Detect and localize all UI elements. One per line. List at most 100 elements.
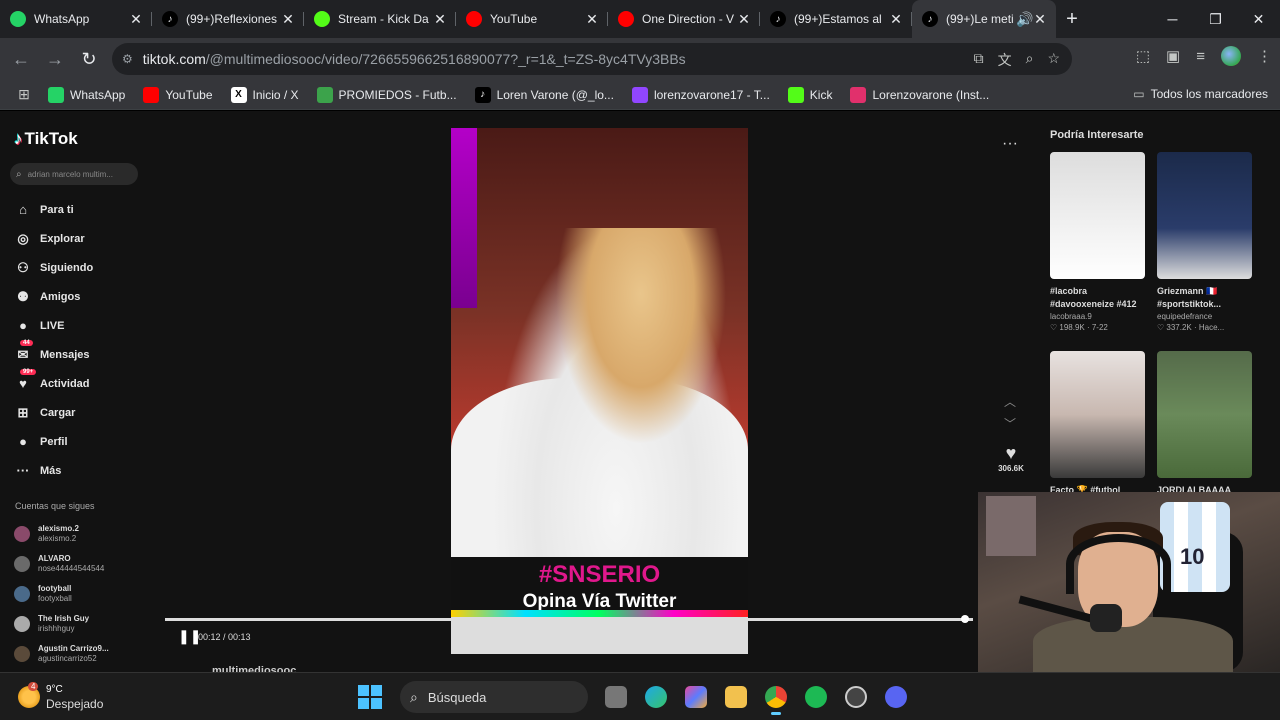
menu-item[interactable]: ✉ 44 Mensajes (14, 339, 93, 369)
install-app-icon[interactable]: ⧉ (974, 50, 984, 70)
obs-icon[interactable] (839, 679, 873, 715)
video-progress-bar[interactable] (165, 615, 973, 623)
bookmark-item[interactable]: PROMIEDOS - Futb... (316, 86, 457, 103)
discord-icon[interactable] (879, 679, 913, 715)
like-count: 306.6K (998, 464, 1024, 473)
browser-tab[interactable]: Stream - Kick Da ✕ (304, 0, 456, 38)
site-info-icon[interactable]: ⚙ (122, 52, 133, 66)
close-tab-icon[interactable]: ✕ (280, 11, 296, 28)
bookmarks-bar: ⊞ WhatsApp YouTube X Inicio / X PROMIEDOS - … (0, 80, 1280, 110)
recommendation-card[interactable]: Griezmann 🇫🇷 #sportstiktok... equipedefra… (1157, 152, 1252, 333)
video-time: 00:12 / 00:13 (198, 632, 251, 642)
close-tab-icon[interactable]: ✕ (1032, 11, 1048, 28)
previous-video-icon[interactable]: ︿ (1004, 391, 1016, 413)
browser-toolbar: ← → ↻ ⚙ tiktok.com/@multimediosooc/video… (0, 38, 1280, 80)
menu-item[interactable]: ● Perfil (14, 427, 93, 456)
apps-grid-icon[interactable]: ⊞ (0, 86, 48, 103)
avatar (14, 586, 30, 602)
bookmark-star-icon[interactable]: ☆ (1047, 50, 1060, 70)
zoom-icon[interactable]: ⌕ (1026, 50, 1034, 70)
translate-icon[interactable]: 文 (998, 50, 1012, 70)
bookmark-item[interactable]: ♪ Loren Varone (@_lo... (474, 86, 614, 103)
bookmark-item[interactable]: lorenzovarone17 - T... (631, 86, 770, 103)
following-item[interactable]: footyball footyxball (14, 579, 109, 609)
menu-badge: 44 (20, 339, 33, 346)
kick-icon (787, 86, 804, 103)
speaker-icon[interactable]: 🔊 (1016, 11, 1033, 28)
menu-kebab-icon[interactable]: ⋮ (1257, 47, 1272, 65)
tiktok-logo-text: TikTok (24, 129, 78, 148)
new-tab-button[interactable]: + (1056, 8, 1088, 31)
video-person (491, 228, 741, 558)
weather-widget[interactable]: 4 9°C Despejado (18, 682, 103, 711)
tiktok-logo[interactable]: ♪ TikTok (14, 129, 78, 149)
tab-title: (99+)Reflexiones (186, 12, 278, 26)
menu-item[interactable]: ⌂ Para ti (14, 195, 93, 224)
search-input[interactable]: ⌕ adrian marcelo multim... (10, 163, 138, 185)
recommendation-card[interactable]: #lacobra #davooxeneize #412 lacobraaa.9 ♡ … (1050, 152, 1145, 333)
back-icon[interactable]: ← (4, 49, 38, 70)
close-window-icon[interactable]: ✕ (1237, 0, 1280, 38)
media-control-icon[interactable]: ≡ (1196, 48, 1205, 65)
start-button[interactable] (358, 685, 382, 709)
extensions-icon[interactable]: ⬚ (1136, 47, 1150, 65)
following-item[interactable]: ALVARO nose44444544544 (14, 549, 109, 579)
bookmark-item[interactable]: YouTube (143, 86, 213, 103)
menu-item[interactable]: ● LIVE (14, 311, 93, 340)
minimize-icon[interactable]: ─ (1151, 0, 1194, 38)
bookmark-item[interactable]: Lorenzovarone (Inst... (850, 86, 989, 103)
video-author[interactable]: multimediosooc (212, 665, 296, 672)
next-video-icon[interactable]: ﹀ (1004, 413, 1016, 435)
taskbar-search-icon: ⌕ (410, 688, 418, 705)
task-view-icon[interactable] (599, 679, 633, 715)
close-tab-icon[interactable]: ✕ (736, 11, 752, 28)
tab-title: Stream - Kick Da (338, 12, 429, 26)
windows-taskbar: 4 9°C Despejado ⌕ Búsqueda (0, 672, 1280, 720)
browser-tab[interactable]: ♪ (99+)Le meti 🔊 ✕ (912, 0, 1056, 38)
bookmark-item[interactable]: X Inicio / X (230, 86, 299, 103)
profile-avatar[interactable] (1221, 46, 1241, 66)
following-item[interactable]: Agustin Carrizo9... agustincarrizo52 (14, 639, 109, 669)
copilot-icon[interactable] (679, 679, 713, 715)
bookmark-item[interactable]: Kick (787, 86, 832, 103)
menu-item[interactable]: ◎ Explorar (14, 224, 93, 253)
progress-knob[interactable] (960, 615, 969, 623)
browser-tab[interactable]: WhatsApp ✕ (0, 0, 152, 38)
webcam-jersey-number: 10 (1180, 544, 1205, 569)
menu-item[interactable]: ♥ 99+ Actividad (14, 368, 93, 398)
video-player[interactable]: #SNSERIO Opina Vía Twitter (451, 128, 748, 654)
close-tab-icon[interactable]: ✕ (888, 11, 904, 28)
bookmark-item[interactable]: WhatsApp (48, 86, 125, 103)
menu-item[interactable]: ··· Más (14, 456, 93, 485)
following-item[interactable]: The Irish Guy irishhhguy (14, 609, 109, 639)
restore-icon[interactable]: ❐ (1194, 0, 1237, 38)
menu-item[interactable]: ⊞ Cargar (14, 398, 93, 427)
browser-tab[interactable]: ♪ (99+)Reflexiones ✕ (152, 0, 304, 38)
tiktok-page: ♪ TikTok ⌕ adrian marcelo multim... ⌂ Par… (0, 111, 1280, 672)
spotify-icon[interactable] (799, 679, 833, 715)
reload-icon[interactable]: ↻ (72, 49, 106, 70)
recommendation-card[interactable]: Facto 🏆 #futbol (1050, 351, 1145, 497)
edge-icon[interactable] (639, 679, 673, 715)
browser-tab[interactable]: YouTube ✕ (456, 0, 608, 38)
file-explorer-icon[interactable] (719, 679, 753, 715)
search-text: adrian marcelo multim... (27, 169, 113, 179)
menu-item[interactable]: ⚇ Siguiendo (14, 253, 93, 282)
menu-item[interactable]: ⚉ Amigos (14, 282, 93, 311)
forward-icon[interactable]: → (38, 49, 72, 70)
split-view-icon[interactable]: ▣ (1166, 47, 1180, 65)
taskbar-search[interactable]: ⌕ Búsqueda (400, 681, 588, 713)
following-item[interactable]: alexismo.2 alexismo.2 (14, 519, 109, 549)
browser-tab[interactable]: ♪ (99+)Estamos al ✕ (760, 0, 912, 38)
close-tab-icon[interactable]: ✕ (128, 11, 144, 28)
recommendation-card[interactable]: JORDI ALBAAAA (1157, 351, 1252, 497)
all-bookmarks[interactable]: ▭ Todos los marcadores (1133, 87, 1268, 101)
following-handle: footyxball (38, 594, 72, 603)
like-button[interactable]: ♥ 306.6K (994, 443, 1028, 473)
browser-tab[interactable]: One Direction - V ✕ (608, 0, 760, 38)
chrome-icon[interactable] (759, 679, 793, 715)
close-tab-icon[interactable]: ✕ (584, 11, 600, 28)
close-tab-icon[interactable]: ✕ (432, 11, 448, 28)
more-options-icon[interactable]: ··· (1002, 135, 1018, 153)
address-bar[interactable]: ⚙ tiktok.com/@multimediosooc/video/72665… (112, 43, 1072, 75)
